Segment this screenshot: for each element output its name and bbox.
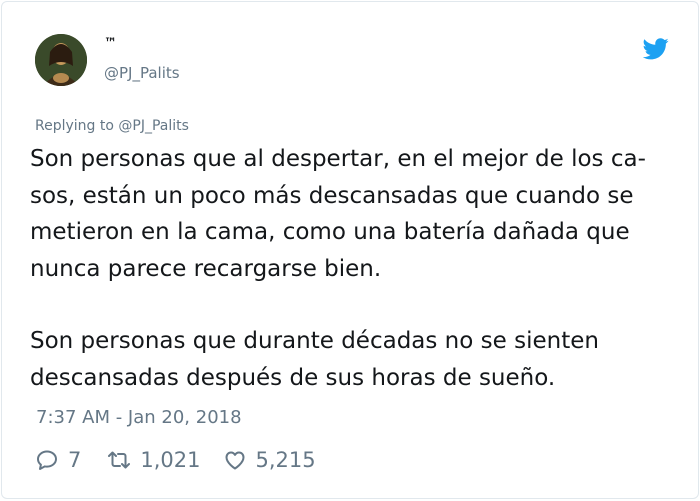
tweet-line: metieron en la cama, como una batería da…: [30, 219, 630, 245]
tweet-line: descansadas después de sus horas de sueñ…: [30, 364, 556, 391]
tweet-line: Son personas que durante décadas no se s…: [30, 328, 599, 354]
retweet-button[interactable]: 1,021: [107, 448, 201, 472]
like-button[interactable]: 5,215: [223, 448, 316, 472]
retweet-count: 1,021: [140, 448, 201, 472]
display-name[interactable]: ™: [104, 36, 118, 51]
tweet-actions: 7 1,021 5,215: [35, 446, 316, 474]
tweet-line: Son personas que al despertar, en el mej…: [30, 146, 646, 172]
reply-button[interactable]: 7: [35, 448, 81, 472]
twitter-bird-icon[interactable]: [643, 38, 669, 60]
tweet-card: ™ @PJ_Palits Replying to @PJ_Palits Son …: [1, 1, 699, 499]
tweet-line: sos, están un poco más descansadas que c…: [30, 182, 634, 209]
tweet-line: nunca parece recargarse bien.: [30, 255, 382, 282]
reply-count: 7: [68, 448, 82, 472]
replying-to-label[interactable]: Replying to @PJ_Palits: [35, 118, 189, 134]
portrait-avatar-icon: [35, 34, 87, 86]
author-handle[interactable]: @PJ_Palits: [104, 64, 180, 82]
like-heart-icon: [225, 451, 244, 470]
avatar[interactable]: [35, 34, 87, 86]
like-count: 5,215: [255, 448, 316, 472]
tweet-text: Son personas que al despertar, en el mej…: [30, 141, 680, 396]
retweet-icon: [108, 451, 131, 469]
tweet-timestamp[interactable]: 7:37 AM - Jan 20, 2018: [36, 407, 242, 428]
reply-icon: [37, 450, 57, 470]
